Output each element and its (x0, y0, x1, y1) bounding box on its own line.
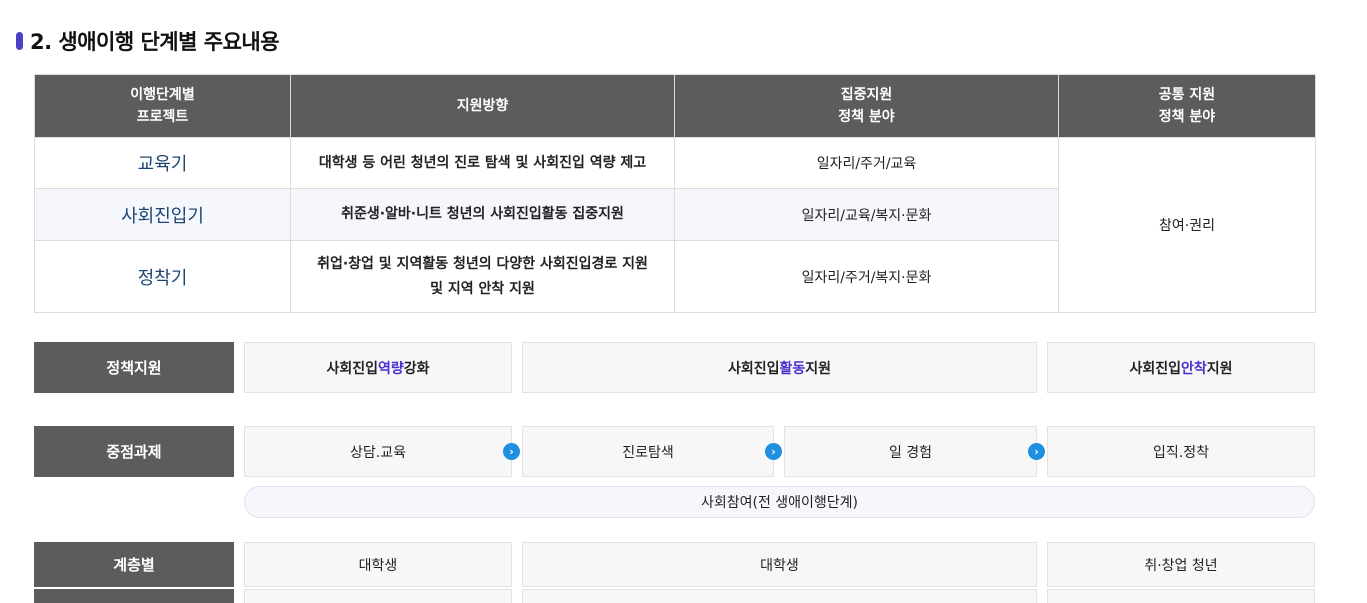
social-participation-bar: 사회참여(전 생애이행단계) (244, 486, 1315, 518)
section-marker-icon (16, 32, 23, 50)
key-tasks-label: 중점과제 (34, 426, 234, 477)
policy-item-text: 사회진입 (727, 360, 780, 377)
policy-item: 사회진입 활동 지원 (522, 342, 1037, 393)
stage-cell: 교육기 (34, 137, 291, 189)
strata-item: 대학생 (522, 542, 1037, 587)
common-policy-cell: 참여·권리 (1058, 137, 1316, 313)
strata-item: 취·창업 청년 (1047, 542, 1315, 587)
policy-item-highlight: 활동 (779, 360, 806, 377)
section-title: 2. 생애이행 단계별 주요내용 (16, 27, 280, 55)
lifecycle-table: 이행단계별 프로젝트 지원방향 집중지원 정책 분야 공통 지원 정책 분야 교… (34, 74, 1316, 313)
task-item: 입직.정착 (1047, 426, 1315, 477)
policy-item-text: 사회진입 (326, 360, 378, 377)
header-focus-policy: 집중지원 정책 분야 (674, 74, 1059, 138)
next-row-item (244, 589, 512, 603)
focus-cell: 일자리/주거/복지·문화 (674, 240, 1059, 313)
policy-item: 사회진입 안착 지원 (1047, 342, 1315, 393)
section-title-text: 2. 생애이행 단계별 주요내용 (30, 30, 280, 54)
task-item: 상담.교육 (244, 426, 512, 477)
table-row: 교육기 대학생 등 어린 청년의 진로 탐색 및 사회진입 역량 제고 일자리/… (34, 137, 1316, 313)
task-item: 진로탐색 (522, 426, 774, 477)
direction-cell: 취업·창업 및 지역활동 청년의 다양한 사회진입경로 지원 및 지역 안착 지… (290, 240, 675, 313)
next-row-label (34, 589, 234, 603)
strata-item: 대학생 (244, 542, 512, 587)
direction-cell: 취준생·알바·니트 청년의 사회진입활동 집중지원 (290, 188, 675, 241)
policy-support-label: 정책지원 (34, 342, 234, 393)
policy-item-text: 지원 (1206, 360, 1233, 377)
stage-cell: 정착기 (34, 240, 291, 313)
policy-item: 사회진입 역량 강화 (244, 342, 512, 393)
chevron-right-circle-icon: › (503, 443, 520, 460)
policy-item-highlight: 역량 (378, 360, 404, 377)
task-item: 일 경험 (784, 426, 1037, 477)
header-support-direction: 지원방향 (290, 74, 675, 138)
header-stage-project: 이행단계별 프로젝트 (34, 74, 291, 138)
header-common-policy: 공통 지원 정책 분야 (1058, 74, 1316, 138)
chevron-right-circle-icon: › (765, 443, 782, 460)
focus-cell: 일자리/주거/교육 (674, 137, 1059, 189)
stage-cell: 사회진입기 (34, 188, 291, 241)
policy-item-text: 강화 (403, 360, 430, 377)
policy-item-highlight: 안착 (1181, 360, 1207, 377)
next-row-item (522, 589, 1037, 603)
next-row-item (1047, 589, 1315, 603)
chevron-right-circle-icon: › (1028, 443, 1045, 460)
strata-label: 계층별 (34, 542, 234, 587)
focus-cell: 일자리/교육/복지·문화 (674, 188, 1059, 241)
direction-cell: 대학생 등 어린 청년의 진로 탐색 및 사회진입 역량 제고 (290, 137, 675, 189)
policy-item-text: 사회진입 (1129, 360, 1181, 377)
policy-item-text: 지원 (805, 360, 832, 377)
